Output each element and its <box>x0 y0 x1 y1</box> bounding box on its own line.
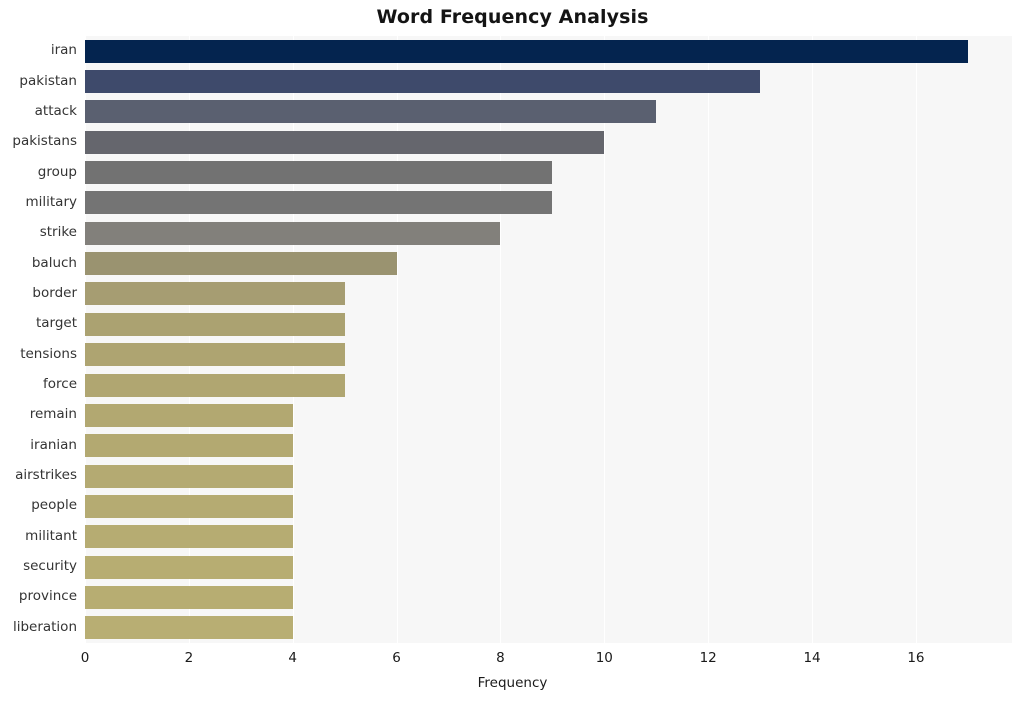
x-axis-tick-label: 0 <box>80 650 90 666</box>
y-axis-tick-label: border <box>32 284 77 301</box>
gridline <box>812 36 814 643</box>
gridline <box>292 36 294 643</box>
bar <box>85 282 345 306</box>
bar <box>85 221 501 245</box>
bar <box>85 464 293 488</box>
bar <box>85 161 553 185</box>
plot-area <box>85 36 1012 643</box>
y-axis-tick-label: attack <box>34 102 77 119</box>
y-axis-tick-label: airstrikes <box>15 467 77 484</box>
y-axis-tick-label: military <box>25 193 77 210</box>
gridline <box>85 36 86 643</box>
bar <box>85 555 293 579</box>
bar <box>85 403 293 427</box>
x-axis-tick-label: 10 <box>595 650 613 666</box>
bar <box>85 373 345 397</box>
y-axis-tick-label: group <box>37 163 77 180</box>
bar <box>85 252 397 276</box>
y-axis-tick-label: strike <box>39 224 77 241</box>
y-axis-tick-label: security <box>23 558 77 575</box>
gridline <box>915 36 917 643</box>
y-axis-tick-label: pakistans <box>12 133 77 150</box>
y-axis-tick-label: province <box>18 588 77 605</box>
gridline <box>708 36 710 643</box>
bar <box>85 100 657 124</box>
bar <box>85 343 345 367</box>
x-axis-tick-label: 8 <box>496 650 505 666</box>
y-axis-tick-label: baluch <box>31 254 77 271</box>
y-axis-tick-label: tensions <box>20 345 77 362</box>
y-axis-tick-label: force <box>43 376 77 393</box>
x-axis-label: Frequency <box>477 675 548 691</box>
y-axis-tick-label: iran <box>50 42 77 59</box>
y-axis-tick-label: remain <box>29 406 77 423</box>
bar <box>85 39 968 63</box>
bar <box>85 494 293 518</box>
y-axis-tick-label: pakistan <box>19 72 77 89</box>
bar <box>85 70 761 94</box>
y-axis-tick-label: people <box>31 497 77 514</box>
y-axis-tick-label: target <box>35 315 77 332</box>
bar <box>85 585 293 609</box>
x-axis-tick-label: 12 <box>699 650 717 666</box>
x-axis-tick-label: 4 <box>288 650 298 666</box>
y-axis-tick-label: militant <box>25 527 77 544</box>
bar <box>85 616 293 640</box>
gridline <box>604 36 606 643</box>
gridline <box>188 36 190 643</box>
x-axis-tick-label: 6 <box>392 650 401 666</box>
bar <box>85 191 553 215</box>
x-axis-tick-label: 14 <box>803 650 821 666</box>
y-axis-tick-label: liberation <box>12 618 77 635</box>
gridline <box>500 36 502 643</box>
gridline <box>396 36 398 643</box>
bar <box>85 312 345 336</box>
bar <box>85 130 605 154</box>
bar <box>85 434 293 458</box>
chart-figure: Word Frequency Analysis iran pakistan atta… <box>0 0 1025 701</box>
y-axis-tick-label: iranian <box>30 436 77 453</box>
x-axis-tick-label: 16 <box>907 650 925 666</box>
page-title: Word Frequency Analysis <box>376 6 649 28</box>
bar <box>85 525 293 549</box>
x-axis-tick-label: 2 <box>184 650 194 666</box>
